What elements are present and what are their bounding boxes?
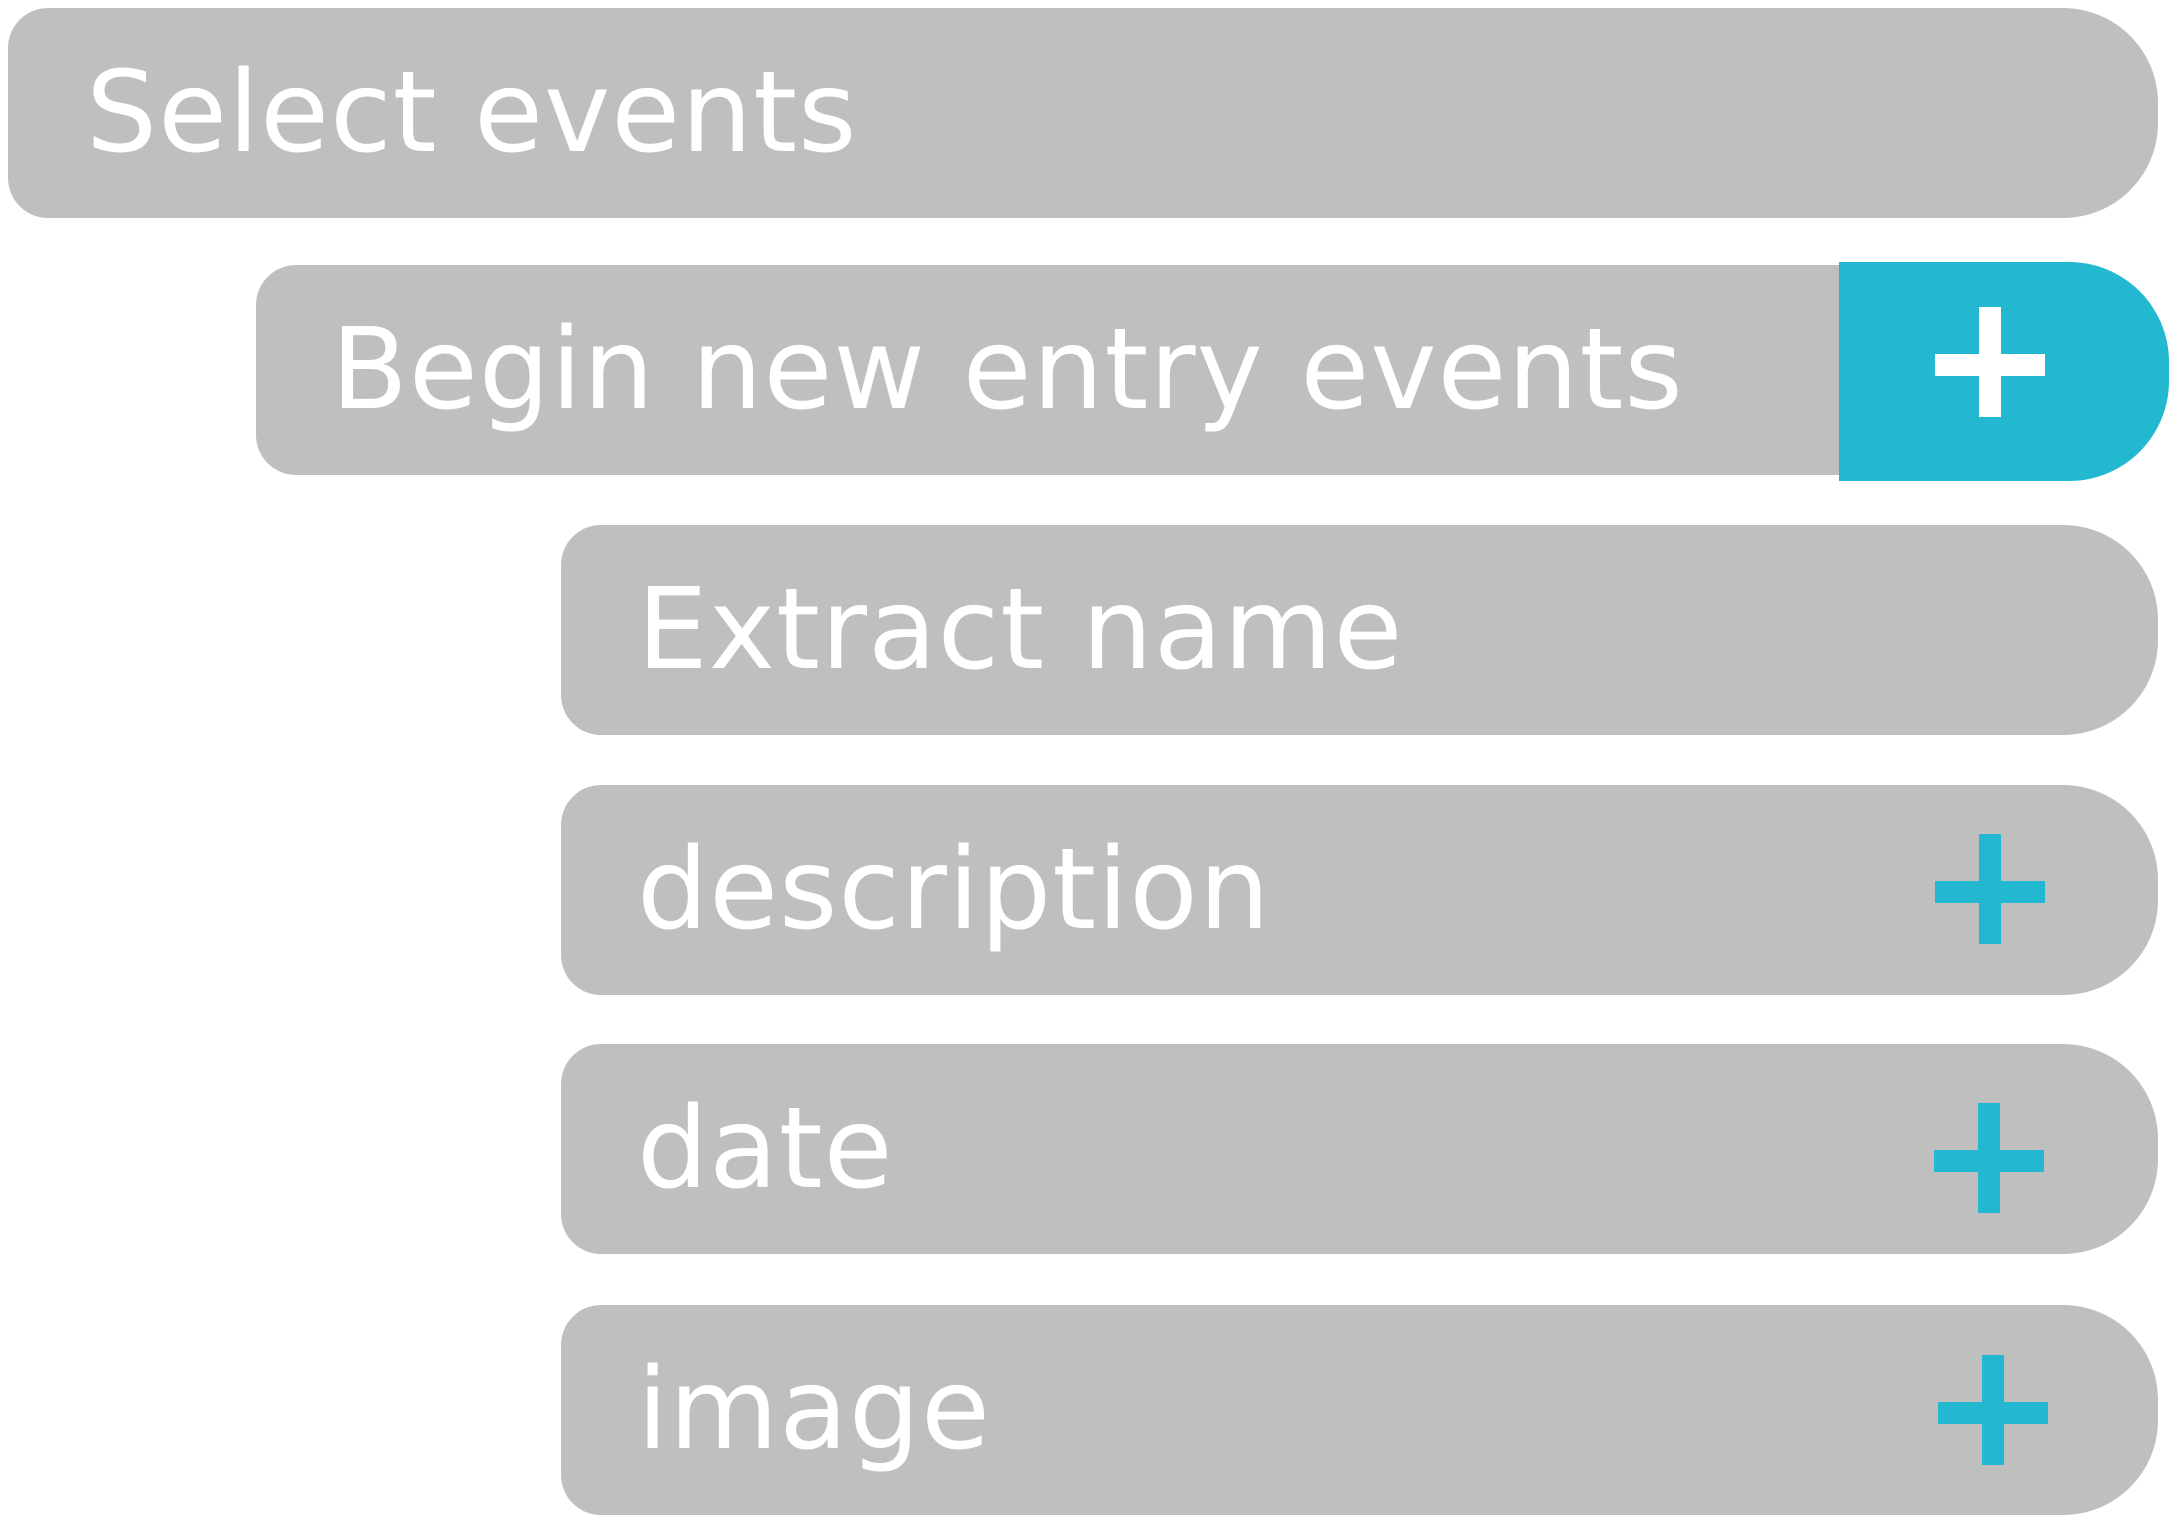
add-description-plus-icon[interactable] — [1935, 834, 2045, 944]
date-label: date — [637, 1084, 894, 1214]
image-label: image — [637, 1345, 991, 1475]
description-row[interactable]: description — [561, 785, 2158, 995]
select-events-row[interactable]: Select events — [8, 8, 2158, 218]
date-row[interactable]: date — [561, 1044, 2158, 1254]
add-image-plus-icon[interactable] — [1938, 1355, 2048, 1465]
extract-name-row[interactable]: Extract name — [561, 525, 2158, 735]
description-label: description — [637, 825, 1271, 955]
add-begin-new-entry-event-button[interactable] — [1839, 262, 2169, 481]
begin-new-entry-events-label: Begin new entry events — [331, 305, 1684, 435]
add-date-plus-icon[interactable] — [1934, 1103, 2044, 1213]
image-row[interactable]: image — [561, 1305, 2158, 1515]
extract-name-label: Extract name — [637, 565, 1404, 695]
select-events-label: Select events — [86, 48, 858, 178]
plus-icon — [1935, 307, 2045, 417]
